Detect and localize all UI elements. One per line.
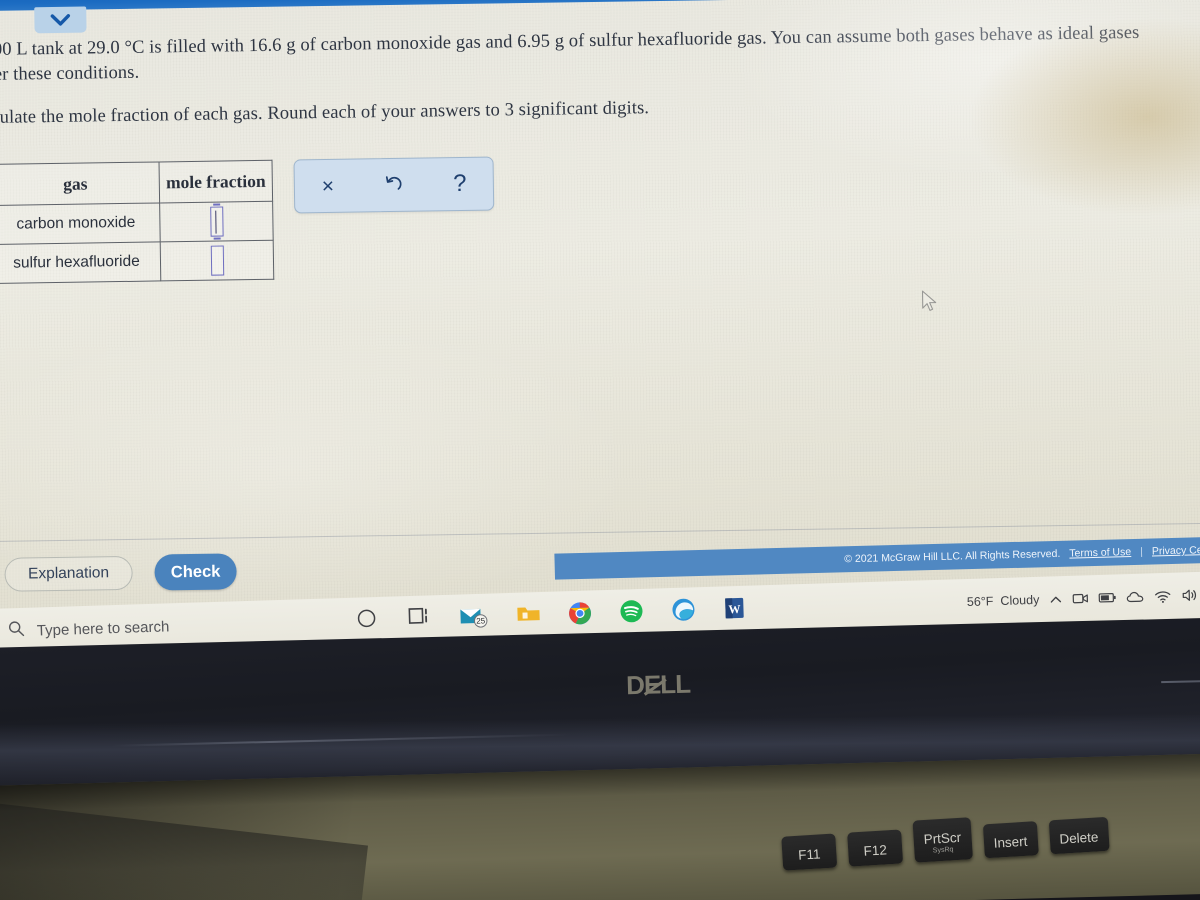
text-caret <box>214 210 217 234</box>
hinge-seam <box>1161 673 1200 684</box>
question-mark-icon[interactable]: ? <box>439 170 481 197</box>
mouse-cursor-icon <box>920 290 938 314</box>
key-label: Delete <box>1058 829 1099 847</box>
content-divider <box>0 522 1200 542</box>
chevron-down-icon[interactable] <box>34 6 87 34</box>
math-input-toolbar: × ? <box>293 156 495 214</box>
key-label: Insert <box>993 833 1028 851</box>
key-label: PrtScr <box>923 829 962 848</box>
laptop-photo: 8.00 L tank at 29.0 °C is filled with 16… <box>0 0 1200 900</box>
key-f11[interactable]: F11 <box>781 833 838 871</box>
check-button[interactable]: Check <box>154 553 237 591</box>
system-tray: 56°F Cloudy <box>967 587 1200 609</box>
function-key-row: F11 F12 PrtScr SysRq Insert Delete <box>781 809 1110 871</box>
table-row: sulfur hexafluoride <box>0 240 274 284</box>
privacy-center-link[interactable]: Privacy Center <box>1152 544 1200 558</box>
key-label: F12 <box>863 842 888 859</box>
mail-icon[interactable]: 25 <box>459 604 490 631</box>
table-row: carbon monoxide <box>0 201 274 245</box>
dell-logo-d: D <box>625 669 645 701</box>
footer-copyright: © 2021 McGraw Hill LLC. All Rights Reser… <box>844 547 1061 566</box>
question-line-3: alculate the mole fraction of each gas. … <box>0 98 650 129</box>
close-x-icon[interactable]: × <box>307 174 349 197</box>
taskbar-icon-group: 25 W <box>355 596 750 634</box>
dell-logo-ll: LL <box>659 668 691 700</box>
task-view-icon[interactable] <box>407 605 434 632</box>
explanation-button[interactable]: Explanation <box>4 555 133 592</box>
taskbar-search[interactable]: Type here to search <box>0 610 342 643</box>
browser-top-bar <box>0 0 1200 11</box>
cortana-icon[interactable] <box>355 607 382 634</box>
action-button-row: Explanation Check <box>4 553 237 592</box>
word-icon[interactable]: W <box>723 596 750 623</box>
wifi-icon[interactable] <box>1154 589 1171 603</box>
weather-condition: Cloudy <box>1000 592 1040 609</box>
cell-input-carbon-monoxide[interactable] <box>159 201 274 242</box>
key-label: F11 <box>797 846 821 863</box>
terms-of-use-link[interactable]: Terms of Use <box>1069 546 1131 560</box>
footer-separator: | <box>1140 545 1144 558</box>
key-delete[interactable]: Delete <box>1048 816 1110 855</box>
site-footer: © 2021 McGraw Hill LLC. All Rights Reser… <box>554 535 1200 580</box>
column-header-mole-fraction: mole fraction <box>159 160 273 203</box>
svg-text:25: 25 <box>476 616 486 625</box>
mole-fraction-input-sulfur-hexafluoride[interactable] <box>210 245 224 276</box>
svg-text:W: W <box>728 602 740 616</box>
weather-temperature: 56°F <box>966 594 994 610</box>
dell-brand-logo: DELL <box>626 669 691 702</box>
weather-widget[interactable]: 56°F Cloudy <box>967 593 1040 609</box>
cell-gas-carbon-monoxide: carbon monoxide <box>0 202 161 245</box>
mole-fraction-input-carbon-monoxide[interactable] <box>209 206 224 237</box>
cell-input-sulfur-hexafluoride[interactable] <box>160 240 274 281</box>
key-insert[interactable]: Insert <box>982 821 1039 859</box>
key-sublabel: SysRq <box>932 846 954 855</box>
undo-arrow-icon[interactable] <box>373 173 415 198</box>
key-prtscr[interactable]: PrtScr SysRq <box>912 817 973 863</box>
column-header-gas: gas <box>0 161 160 206</box>
volume-icon[interactable] <box>1181 588 1197 602</box>
file-explorer-icon[interactable] <box>515 602 542 629</box>
key-f12[interactable]: F12 <box>847 829 904 867</box>
chrome-icon[interactable] <box>567 600 594 627</box>
question-statement: 8.00 L tank at 29.0 °C is filled with 16… <box>0 20 1200 131</box>
mole-fraction-table: gas mole fraction carbon monoxide sulfur… <box>0 159 275 284</box>
dell-logo-e: E <box>643 669 661 700</box>
table-header-row: gas mole fraction <box>0 160 273 206</box>
edge-icon[interactable] <box>671 597 698 624</box>
search-input-placeholder: Type here to search <box>36 617 170 639</box>
battery-icon[interactable] <box>1098 591 1116 604</box>
search-icon <box>7 620 25 643</box>
onedrive-cloud-icon[interactable] <box>1126 590 1144 604</box>
camera-icon[interactable] <box>1072 591 1089 605</box>
spotify-icon[interactable] <box>619 599 646 626</box>
cell-gas-sulfur-hexafluoride: sulfur hexafluoride <box>0 241 161 284</box>
monitor-screen: 8.00 L tank at 29.0 °C is filled with 16… <box>0 0 1200 662</box>
chevron-up-icon[interactable] <box>1049 594 1062 605</box>
